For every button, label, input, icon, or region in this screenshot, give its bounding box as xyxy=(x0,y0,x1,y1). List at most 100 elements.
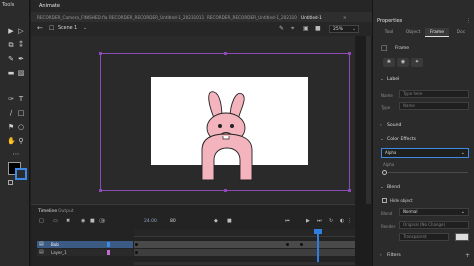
zoom-dropdown-icon[interactable]: ⌄ xyxy=(352,26,356,32)
tab-timeline[interactable]: Timeline xyxy=(38,209,57,214)
blend-mode-select[interactable]: Normal ⌄ xyxy=(399,208,469,216)
zoom-tool-icon[interactable]: ⚲ xyxy=(17,137,25,145)
rectangle-tool-icon[interactable]: □ xyxy=(17,109,25,117)
back-arrow-icon[interactable]: ← xyxy=(37,24,43,32)
layer-color-marker[interactable] xyxy=(107,242,110,247)
show-all-icon[interactable]: ◉ xyxy=(81,218,85,224)
alpha-slider-knob[interactable] xyxy=(382,170,387,175)
panel-menu-icon[interactable]: ⋮ xyxy=(466,18,471,24)
transform-handle[interactable] xyxy=(224,52,227,55)
tab-doc[interactable]: Doc xyxy=(449,28,473,37)
transform-handle[interactable] xyxy=(348,189,351,192)
transform-handle[interactable] xyxy=(348,52,351,55)
frame-name-input[interactable]: Type here xyxy=(399,90,469,98)
filters-section-title[interactable]: Filters xyxy=(387,253,401,258)
render-select[interactable]: Original (No Change) xyxy=(399,221,469,229)
text-tool-icon[interactable]: T xyxy=(17,95,25,103)
label-section-chevron-icon[interactable]: ⌄ xyxy=(380,77,384,82)
label-type-select[interactable]: Name xyxy=(399,102,469,110)
frame-option-button[interactable]: ◉ xyxy=(397,58,409,67)
blend-section-chevron-icon[interactable]: ⌄ xyxy=(380,185,384,190)
document-tab[interactable]: RECORDER_RECORDER_Untitled-1_20231011101… xyxy=(109,13,204,22)
layer-row-selected[interactable]: Bob xyxy=(37,241,133,248)
play-icon[interactable]: ▶ xyxy=(306,218,310,224)
subselection-tool-icon[interactable]: ▷ xyxy=(17,27,25,35)
tab-output[interactable]: Output xyxy=(58,209,74,214)
onion-marker-icon[interactable]: ◐ xyxy=(340,218,344,224)
bunny-character-graphic[interactable] xyxy=(196,88,262,182)
close-tab-icon[interactable]: ✕ xyxy=(343,13,347,22)
zoom-field[interactable]: 25% ⌄ xyxy=(329,25,359,33)
stage-center-icon[interactable]: ⌖ xyxy=(291,25,294,33)
first-frame-icon[interactable]: ⏮ xyxy=(285,218,290,224)
selection-tool-icon[interactable]: ▶ xyxy=(7,27,15,35)
frame-option-button[interactable]: ✦ xyxy=(411,58,423,67)
sound-section-title[interactable]: Sound xyxy=(387,123,401,128)
document-tab[interactable]: RECORDER_RECORDER_Untitled-1_20231011101… xyxy=(207,13,297,22)
document-tab-active[interactable]: Untitled-1 xyxy=(301,13,341,22)
add-filter-icon[interactable]: + xyxy=(465,252,470,259)
alpha-slider-track[interactable] xyxy=(388,172,468,173)
camera-icon[interactable]: ■ xyxy=(315,25,321,32)
brush-tool-icon[interactable]: ✒ xyxy=(17,55,25,63)
delete-layer-icon[interactable]: ✖ xyxy=(66,218,70,224)
stage-scrollbar[interactable] xyxy=(366,36,371,204)
tab-tool[interactable]: Tool xyxy=(377,28,401,37)
tab-object[interactable]: Object xyxy=(401,28,425,37)
clip-content-icon[interactable]: ▣ xyxy=(303,25,309,32)
camera-icon[interactable]: ■ xyxy=(227,218,232,224)
more-tools-icon[interactable]: ⋯ xyxy=(12,150,20,158)
frames-row[interactable] xyxy=(134,241,355,248)
eraser-tool-icon[interactable]: ▬ xyxy=(7,69,15,77)
scene-dropdown-icon[interactable]: ⌄ xyxy=(83,25,87,31)
filters-section-chevron-icon[interactable]: › xyxy=(380,253,382,258)
keyframe-marker[interactable] xyxy=(300,243,303,246)
label-section-title[interactable]: Label xyxy=(387,77,399,82)
pencil-tool-icon[interactable]: ✎ xyxy=(7,55,15,63)
free-transform-tool-icon[interactable]: ⧉ xyxy=(7,41,15,49)
timeline-scrollbar[interactable] xyxy=(134,262,355,265)
fill-color-swatch[interactable] xyxy=(15,168,27,180)
hand-tool-icon[interactable]: ✋ xyxy=(7,137,16,145)
playhead-handle[interactable] xyxy=(314,229,322,234)
layer-row[interactable]: Layer_1 xyxy=(37,249,133,256)
swap-colors-icon[interactable] xyxy=(8,180,13,185)
frame-number[interactable]: 80 xyxy=(170,219,176,224)
frames-row[interactable] xyxy=(134,249,355,256)
fill-tool-icon[interactable]: ▧ xyxy=(17,69,25,77)
eyedropper-tool-icon[interactable]: ⚑ xyxy=(7,123,15,131)
lasso-tool-icon[interactable]: ⁑ xyxy=(17,41,25,49)
transform-handle[interactable] xyxy=(99,189,102,192)
last-frame-icon[interactable]: ⏭ xyxy=(317,218,322,224)
scene-name[interactable]: Scene 1 xyxy=(58,26,77,31)
color-effects-title[interactable]: Color Effects xyxy=(387,137,416,142)
line-tool-icon[interactable]: ∕ xyxy=(7,109,15,117)
layer-folder-icon[interactable]: ▭ xyxy=(53,218,58,224)
keyframe-marker[interactable] xyxy=(135,243,138,246)
sound-section-chevron-icon[interactable]: › xyxy=(380,123,382,128)
onion-skin-icon[interactable]: ◎ xyxy=(101,218,105,224)
background-color-swatch[interactable] xyxy=(455,233,469,241)
blend-section-title[interactable]: Blend xyxy=(387,185,400,190)
loop-icon[interactable]: ↻ xyxy=(329,218,333,224)
color-effects-chevron-icon[interactable]: ⌄ xyxy=(380,137,384,142)
tab-frame[interactable]: Frame xyxy=(425,28,449,37)
transform-handle[interactable] xyxy=(224,189,227,192)
transform-handle[interactable] xyxy=(99,52,102,55)
fps-value[interactable]: 24.00 xyxy=(144,219,157,224)
background-select[interactable]: Transparent xyxy=(399,233,449,241)
lock-all-icon[interactable]: ■ xyxy=(90,218,95,224)
new-layer-icon[interactable]: □ xyxy=(39,218,44,224)
frame-option-button[interactable]: ❀ xyxy=(383,58,395,67)
color-effect-select[interactable]: Alpha ⌄ xyxy=(381,148,469,158)
pen-tool-icon[interactable]: ✑ xyxy=(7,95,15,103)
document-tab[interactable]: RECORDER_Camera_FINISHED.fla xyxy=(37,13,107,22)
layer-color-marker[interactable] xyxy=(107,250,110,255)
edit-symbol-icon[interactable]: ✎ xyxy=(279,25,284,32)
oval-tool-icon[interactable]: ○ xyxy=(17,123,25,131)
hide-object-checkbox[interactable] xyxy=(382,198,387,203)
timeline-menu-icon[interactable]: ⋮ xyxy=(347,218,352,224)
keyframe-marker[interactable] xyxy=(135,251,138,254)
center-frame-icon[interactable]: ◆ xyxy=(214,218,218,224)
keyframe-marker[interactable] xyxy=(286,243,289,246)
